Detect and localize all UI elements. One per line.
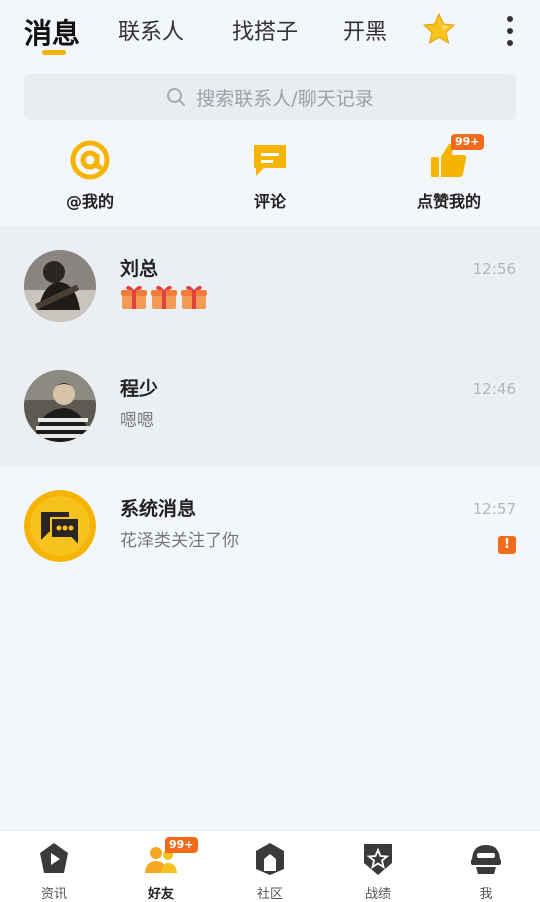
nav-profile[interactable]: 我 [446,841,526,902]
tab-contacts[interactable]: 联系人 [118,14,184,46]
star-icon[interactable] [422,12,456,46]
gift-icon [121,285,147,309]
community-icon [252,841,288,877]
news-icon [36,841,72,877]
bottom-nav: 资讯 99+ 好友 社区 战绩 我 [0,830,540,902]
comment-icon [250,140,290,180]
quick-action-likes[interactable]: 99+ 点赞我的 [379,134,519,212]
chat-item[interactable]: 程少 嗯嗯 12:46 [0,346,540,466]
likes-badge: 99+ [451,134,484,150]
tab-find-partner[interactable]: 找搭子 [232,14,298,46]
quick-action-comments[interactable]: 评论 [200,140,340,212]
active-tab-indicator [42,50,66,55]
quick-action-label: @我的 [65,192,114,211]
nav-community[interactable]: 社区 [230,841,310,902]
at-icon [70,140,110,180]
search-icon [167,88,186,106]
nav-label: 我 [479,887,493,902]
top-tab-bar: 消息 联系人 找搭子 开黑 [0,0,540,64]
gift-icon [181,285,207,309]
profile-icon [468,841,504,877]
chat-item[interactable]: 系统消息 花泽类关注了你 12:57 ! [0,466,540,586]
more-menu-icon[interactable] [500,14,520,48]
system-message-avatar [24,490,96,562]
friends-badge: 99+ [165,837,198,853]
nav-label: 社区 [256,887,283,902]
chat-item[interactable]: 刘总 12:56 [0,226,540,346]
nav-label: 资讯 [40,887,67,902]
nav-news[interactable]: 资讯 [14,841,94,902]
chat-preview: 嗯嗯 [120,411,154,431]
tab-messages[interactable]: 消息 [24,12,80,52]
record-icon [360,841,396,877]
system-message-icon [24,490,96,562]
quick-action-label: 评论 [253,192,286,211]
chat-name: 系统消息 [120,498,197,520]
chat-time: 12:46 [472,380,516,398]
alert-badge: ! [498,536,516,554]
quick-action-label: 点赞我的 [416,192,481,211]
friends-icon: 99+ [143,837,198,877]
quick-action-mentions[interactable]: @我的 [20,140,160,212]
gift-preview [120,284,208,310]
thumbs-up-icon: 99+ [429,134,484,180]
chat-preview: 花泽类关注了你 [120,531,239,551]
nav-label: 战绩 [364,887,391,902]
search-input[interactable]: 搜索联系人/聊天记录 [24,74,516,120]
search-placeholder: 搜索联系人/聊天记录 [196,87,374,110]
chat-time: 12:57 [472,500,516,518]
gift-icon [151,285,177,309]
tab-team-up[interactable]: 开黑 [343,14,387,46]
chat-name: 程少 [120,378,159,400]
chat-time: 12:56 [472,260,516,278]
chat-name: 刘总 [120,258,159,280]
avatar [24,250,96,322]
nav-label: 好友 [147,887,174,902]
nav-friends[interactable]: 99+ 好友 [121,837,201,902]
avatar [24,370,96,442]
nav-record[interactable]: 战绩 [338,841,418,902]
